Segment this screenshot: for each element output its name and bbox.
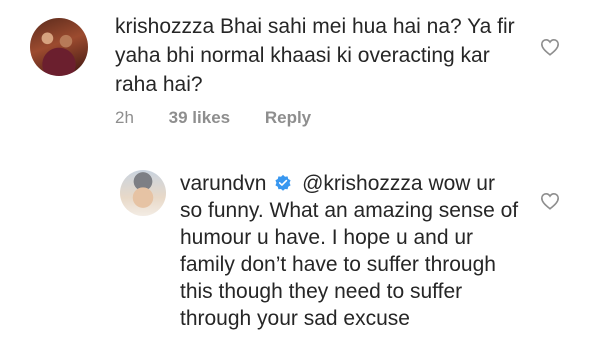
- reply-username[interactable]: varundvn: [180, 172, 266, 195]
- reply-button[interactable]: Reply: [265, 108, 311, 128]
- heart-outline-icon[interactable]: [540, 192, 560, 210]
- reply-body: varundvn @krishozzza wow ur so funny. Wh…: [180, 170, 520, 332]
- reply-user-avatar[interactable]: [120, 170, 166, 216]
- verified-badge-icon: [275, 174, 291, 191]
- reply-mention[interactable]: @krishozzza: [302, 172, 423, 195]
- comment-time: 2h: [115, 108, 134, 127]
- reply-text: wow ur so funny. What an amazing sense o…: [180, 172, 519, 330]
- comments-screen: krishozzza Bhai sahi mei hua hai na? Ya …: [0, 0, 600, 338]
- comment-likes[interactable]: 39 likes: [169, 108, 230, 128]
- comment-meta: 2h 39 likes Reply: [115, 108, 341, 128]
- comment-username[interactable]: krishozzza: [115, 15, 214, 38]
- user-avatar[interactable]: [30, 18, 88, 76]
- heart-outline-icon[interactable]: [540, 38, 560, 56]
- comment-body: krishozzza Bhai sahi mei hua hai na? Ya …: [115, 12, 525, 99]
- reply-comment: varundvn @krishozzza wow ur so funny. Wh…: [120, 170, 590, 338]
